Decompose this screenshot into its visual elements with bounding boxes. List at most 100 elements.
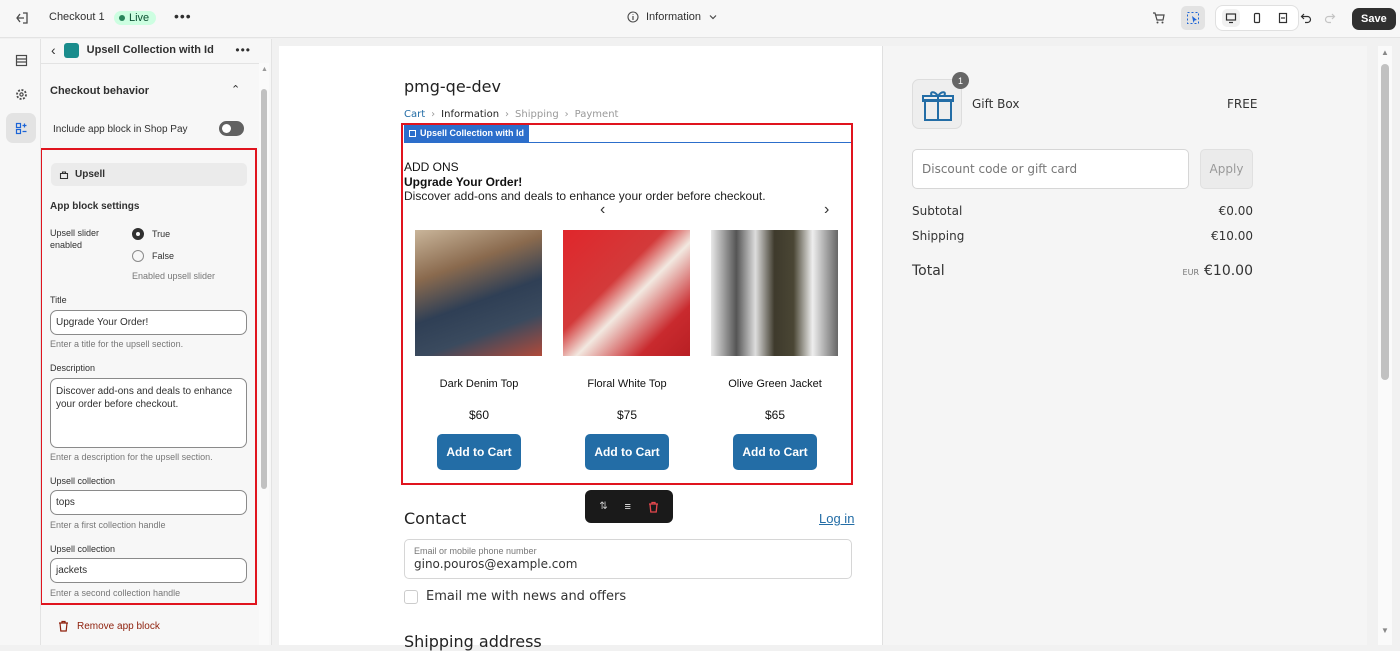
- apply-button[interactable]: Apply: [1200, 149, 1253, 189]
- delete-icon[interactable]: [648, 501, 659, 513]
- product-image[interactable]: [563, 230, 690, 356]
- newsletter-checkbox[interactable]: Email me with news and offers: [404, 589, 626, 604]
- sidebar-scroll-thumb[interactable]: [261, 89, 267, 489]
- add-to-cart-button[interactable]: Add to Cart: [437, 434, 521, 470]
- subtotal-row: Subtotal €0.00: [912, 204, 1253, 218]
- move-icon[interactable]: ⇅: [599, 501, 607, 512]
- breadcrumb-payment: Payment: [574, 109, 619, 120]
- discount-input[interactable]: Discount code or gift card: [912, 149, 1189, 189]
- slider-label: Upsell slider enabled: [50, 228, 100, 250]
- remove-app-block-button[interactable]: Remove app block: [58, 620, 160, 632]
- email-field[interactable]: Email or mobile phone number gino.pouros…: [404, 539, 852, 579]
- subtotal-value: €0.00: [1218, 204, 1253, 218]
- divider: [41, 63, 261, 64]
- radio-true[interactable]: True: [132, 228, 170, 240]
- sidebar-header: ‹ Upsell Collection with Id •••: [51, 42, 251, 58]
- radio-true-icon: [132, 228, 144, 240]
- slider-help: Enabled upsell slider: [132, 271, 216, 281]
- duplicate-icon[interactable]: ≡: [624, 501, 630, 513]
- radio-false[interactable]: False: [132, 250, 174, 262]
- contact-heading: Contact: [404, 509, 467, 528]
- page-name[interactable]: Checkout 1: [49, 11, 105, 23]
- product-price: $65: [764, 408, 786, 422]
- title-input[interactable]: Upgrade Your Order!: [50, 310, 247, 335]
- app-block-settings-heading: App block settings: [50, 201, 140, 212]
- collection2-label: Upsell collection: [50, 544, 116, 554]
- redo-icon[interactable]: [1319, 7, 1341, 29]
- desktop-icon[interactable]: [1222, 9, 1240, 27]
- more-icon[interactable]: •••: [174, 8, 192, 24]
- save-button[interactable]: Save: [1352, 8, 1396, 30]
- sidebar-scrollbar[interactable]: ▲ ▼: [259, 63, 269, 645]
- login-link[interactable]: Log in: [819, 511, 854, 526]
- back-chevron-icon[interactable]: ‹: [51, 42, 56, 58]
- product-card: Floral White Top $75 Add to Cart: [562, 230, 692, 470]
- subtotal-label: Subtotal: [912, 204, 963, 218]
- title-label: Title: [50, 295, 67, 305]
- shipping-row: Shipping €10.00: [912, 229, 1253, 243]
- canvas-scrollbar[interactable]: ▲ ▼: [1378, 46, 1392, 645]
- shop-pay-toggle[interactable]: [219, 121, 244, 136]
- breadcrumb-shipping: Shipping: [515, 109, 559, 120]
- slider-prev-icon[interactable]: ‹: [600, 201, 605, 219]
- item-price: FREE: [1227, 97, 1258, 111]
- add-to-cart-button[interactable]: Add to Cart: [733, 434, 817, 470]
- slider-next-icon[interactable]: ›: [824, 201, 829, 219]
- breadcrumb-information: Information: [441, 109, 500, 120]
- shipping-value: €10.00: [1211, 229, 1253, 243]
- collection1-help: Enter a first collection handle: [50, 520, 166, 530]
- chevron-up-icon[interactable]: ⌃: [231, 83, 240, 96]
- live-dot: [119, 15, 125, 21]
- title-help: Enter a title for the upsell section.: [50, 339, 184, 349]
- page-selector-label: Information: [646, 11, 702, 23]
- exit-icon[interactable]: [11, 7, 33, 29]
- cart-icon[interactable]: [1148, 7, 1170, 29]
- sections-icon[interactable]: [6, 45, 36, 75]
- settings-gear-icon[interactable]: [6, 79, 36, 109]
- product-card: Olive Green Jacket $65 Add to Cart: [710, 230, 840, 470]
- total-value: €10.00: [1204, 263, 1253, 279]
- preview-canvas: pmg-qe-dev Cart › Information › Shipping…: [279, 46, 1367, 651]
- total-label: Total: [912, 263, 945, 279]
- page-selector[interactable]: Information: [627, 11, 718, 23]
- apps-icon[interactable]: [6, 113, 36, 143]
- fullscreen-icon[interactable]: [1274, 9, 1292, 27]
- product-price: $75: [616, 408, 638, 422]
- add-to-cart-button[interactable]: Add to Cart: [585, 434, 669, 470]
- product-name: Dark Denim Top: [439, 378, 519, 390]
- collection1-input[interactable]: tops: [50, 490, 247, 515]
- canvas-scroll-thumb[interactable]: [1381, 64, 1389, 380]
- settings-sidebar: ‹ Upsell Collection with Id ••• Checkout…: [41, 39, 272, 645]
- description-label: Description: [50, 363, 96, 373]
- collection2-input[interactable]: jackets: [50, 558, 247, 583]
- breadcrumb-cart[interactable]: Cart: [404, 109, 425, 120]
- description-textarea[interactable]: Discover add-ons and deals to enhance yo…: [50, 378, 247, 448]
- undo-icon[interactable]: [1295, 7, 1317, 29]
- upsell-chip-label: Upsell: [75, 169, 106, 180]
- device-toggle: [1215, 5, 1299, 31]
- item-name: Gift Box: [972, 97, 1020, 111]
- highlight-box: [41, 148, 257, 605]
- top-bar: Checkout 1 Live ••• Information Save: [0, 0, 1400, 38]
- mobile-icon[interactable]: [1248, 9, 1266, 27]
- product-image[interactable]: [711, 230, 838, 356]
- breadcrumb: Cart › Information › Shipping › Payment: [404, 109, 619, 120]
- product-name: Floral White Top: [587, 378, 667, 390]
- checkout-behavior-heading[interactable]: Checkout behavior: [50, 85, 149, 97]
- remove-app-block-label: Remove app block: [77, 620, 160, 632]
- radio-false-icon: [132, 250, 144, 262]
- block-title: Upsell Collection with Id: [86, 44, 214, 56]
- total-row: Total EUR €10.00: [912, 263, 1253, 279]
- upsell-chip[interactable]: Upsell: [51, 163, 247, 186]
- email-label: Email or mobile phone number: [414, 546, 537, 556]
- product-image[interactable]: [415, 230, 542, 356]
- order-summary: 1 Gift Box FREE Discount code or gift ca…: [882, 46, 1367, 645]
- product-price: $60: [468, 408, 490, 422]
- addons-heading: ADD ONS: [404, 160, 459, 174]
- collection2-help: Enter a second collection handle: [50, 588, 181, 598]
- collection1-label: Upsell collection: [50, 476, 116, 486]
- block-more-icon[interactable]: •••: [235, 43, 251, 57]
- inspector-icon[interactable]: [1181, 6, 1205, 30]
- bag-icon: [59, 170, 69, 179]
- chevron-down-icon: [709, 15, 717, 20]
